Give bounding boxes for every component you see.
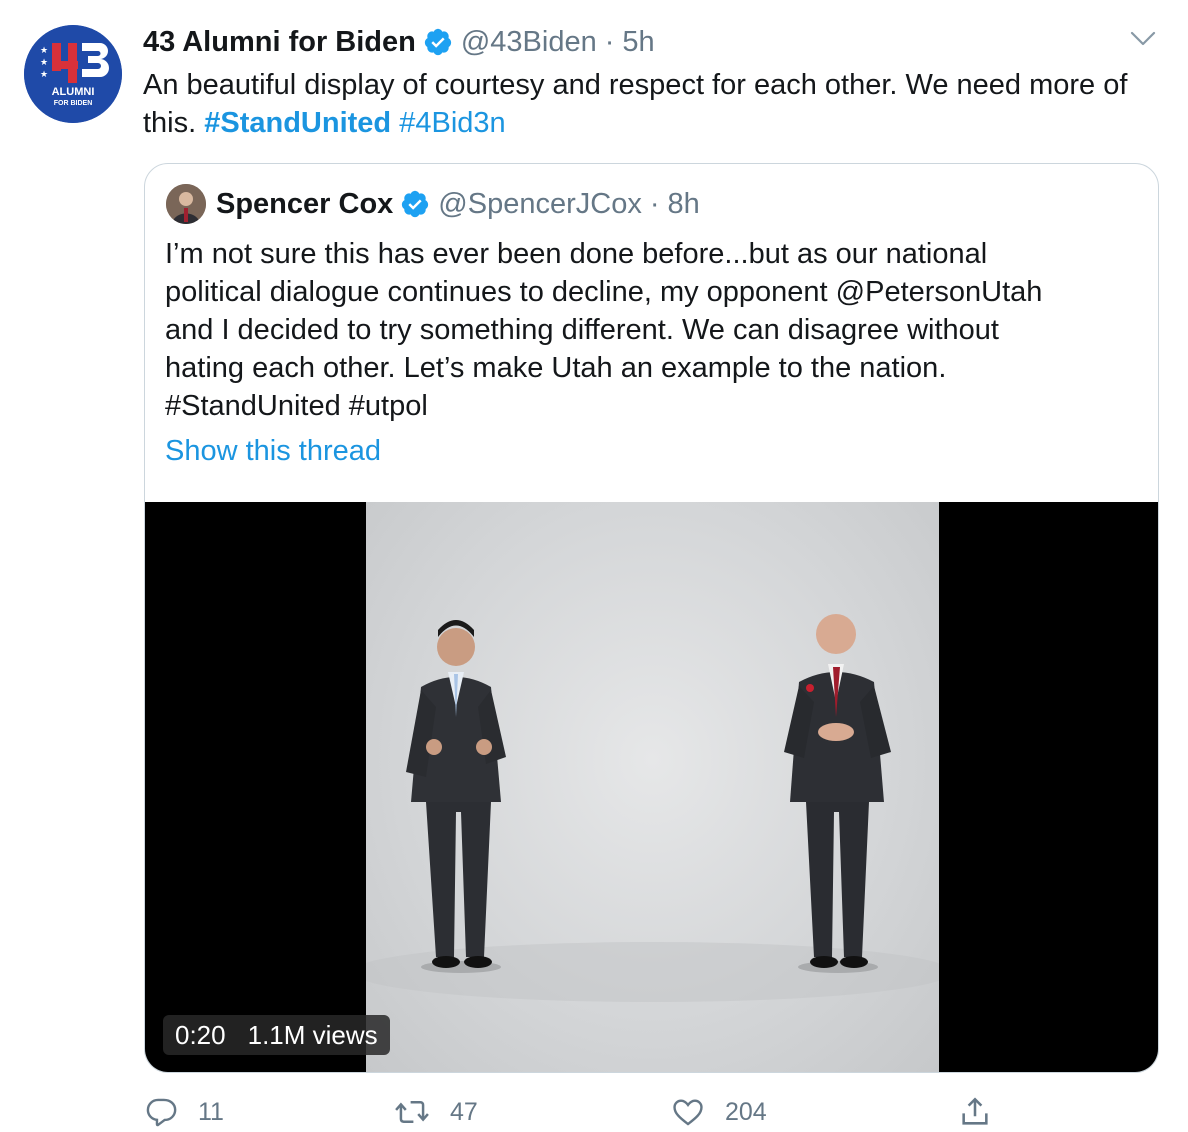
share-icon — [962, 1097, 988, 1125]
quoted-text-line: political dialogue continues to decline,… — [165, 276, 1043, 308]
reply-button[interactable]: 11 — [144, 1092, 224, 1132]
svg-text:★: ★ — [40, 46, 48, 56]
quoted-author-handle[interactable]: @SpencerJCox — [438, 188, 642, 221]
tweet-text: An beautiful display of courtesy and res… — [143, 66, 1173, 142]
svg-text:★: ★ — [40, 58, 48, 68]
separator-dot: · — [649, 187, 660, 220]
svg-text:★: ★ — [40, 70, 48, 80]
tweet-actions: 11 47 204 — [144, 1092, 1004, 1132]
avatar-text-line2: FOR BIDEN — [54, 100, 93, 107]
video-duration: 0:20 — [175, 1019, 226, 1050]
alumni-logo-icon: ★ ★ ★ ALUMNI FOR BIDEN — [24, 25, 122, 123]
video-frame — [352, 502, 952, 1072]
reply-count: 11 — [198, 1097, 224, 1126]
like-count: 204 — [725, 1097, 767, 1126]
like-icon — [673, 1099, 703, 1126]
quoted-tweet-text: I’m not sure this has ever been done bef… — [165, 235, 1140, 425]
avatar-text-line1: ALUMNI — [52, 86, 95, 98]
reply-icon — [146, 1098, 177, 1127]
tweet-timestamp[interactable]: 5h — [622, 26, 654, 59]
tweet-header: 43 Alumni for Biden @43Biden · 5h — [143, 23, 655, 61]
video-info-badge: 0:20 1.1M views — [163, 1015, 390, 1055]
quoted-text-line: #StandUnited #utpol — [165, 390, 428, 422]
quoted-tweet-timestamp[interactable]: 8h — [668, 188, 700, 221]
person-left-figure — [406, 620, 506, 973]
share-button[interactable] — [958, 1092, 1012, 1132]
retweet-button[interactable]: 47 — [394, 1092, 478, 1132]
hashtag-standunited[interactable]: #StandUnited — [204, 107, 391, 139]
quoted-text-line: hating each other. Let’s make Utah an ex… — [165, 352, 947, 384]
like-button[interactable]: 204 — [671, 1092, 767, 1132]
author-avatar[interactable]: ★ ★ ★ ALUMNI FOR BIDEN — [24, 25, 122, 123]
quoted-tweet-header: Spencer Cox @SpencerJCox · 8h — [166, 184, 700, 224]
quoted-text-line: and I decided to try something different… — [165, 314, 999, 346]
retweet-icon — [395, 1101, 429, 1123]
author-handle[interactable]: @43Biden — [461, 26, 597, 59]
verified-badge-icon — [423, 27, 453, 57]
person-avatar-icon — [166, 184, 206, 224]
quoted-text-line: I’m not sure this has ever been done bef… — [165, 238, 988, 270]
quoted-tweet[interactable]: Spencer Cox @SpencerJCox · 8h I’m not su… — [144, 163, 1159, 1073]
author-name[interactable]: 43 Alumni for Biden — [143, 26, 416, 59]
quoted-author-avatar[interactable] — [166, 184, 206, 224]
verified-badge-icon — [400, 189, 430, 219]
video-player[interactable]: 0:20 1.1M views — [145, 502, 1158, 1072]
separator-dot: · — [604, 25, 615, 58]
video-views: 1.1M views — [247, 1019, 378, 1050]
hashtag-4bid3n[interactable]: #4Bid3n — [399, 107, 505, 139]
video-still-image — [352, 614, 952, 1002]
quoted-author-name[interactable]: Spencer Cox — [216, 188, 393, 221]
person-right-figure — [784, 614, 891, 973]
show-thread-link[interactable]: Show this thread — [165, 435, 381, 468]
chevron-down-icon[interactable] — [1130, 30, 1156, 48]
retweet-count: 47 — [450, 1097, 478, 1126]
